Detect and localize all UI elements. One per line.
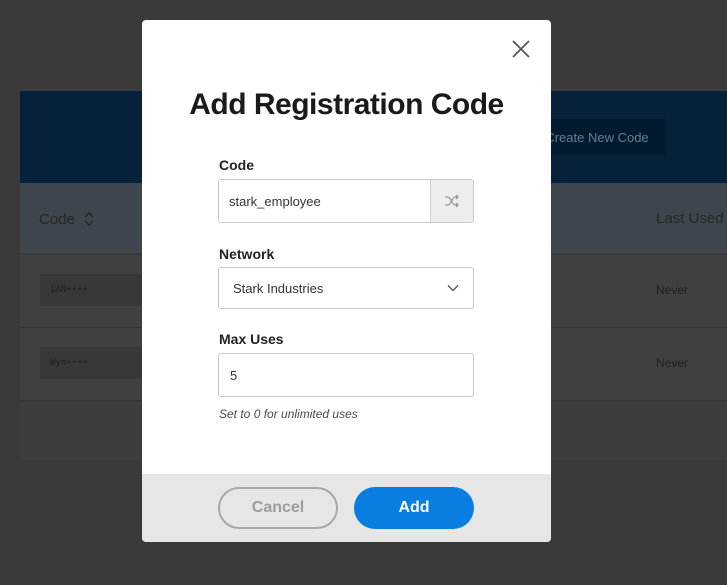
network-select[interactable]: Stark Industries <box>218 267 474 309</box>
network-selected-value: Stark Industries <box>233 280 324 296</box>
shuffle-icon <box>445 194 459 208</box>
column-header-code-label: Code <box>39 210 75 228</box>
network-label: Network <box>219 246 275 262</box>
cancel-button[interactable]: Cancel <box>218 487 338 529</box>
column-header-code[interactable]: Code <box>39 210 95 228</box>
max-uses-input[interactable] <box>218 353 474 397</box>
column-header-last-used[interactable]: Last Used <box>656 210 724 227</box>
code-input[interactable] <box>219 180 430 222</box>
generate-code-button[interactable] <box>430 180 473 222</box>
modal-title: Add Registration Code <box>189 88 504 121</box>
close-icon <box>512 40 530 58</box>
close-button[interactable] <box>509 37 533 61</box>
chevron-down-icon <box>447 285 459 292</box>
modal-footer: Cancel Add <box>142 474 551 542</box>
add-registration-code-modal: Add Registration Code Code Network Stark… <box>142 20 551 542</box>
last-used-value: Never <box>656 283 689 297</box>
max-uses-hint: Set to 0 for unlimited uses <box>219 407 358 421</box>
sort-icon <box>84 212 94 226</box>
max-uses-label: Max Uses <box>219 331 284 347</box>
code-label: Code <box>219 157 254 173</box>
last-used-value: Never <box>656 356 689 370</box>
code-field <box>218 179 474 223</box>
add-button[interactable]: Add <box>354 487 474 529</box>
